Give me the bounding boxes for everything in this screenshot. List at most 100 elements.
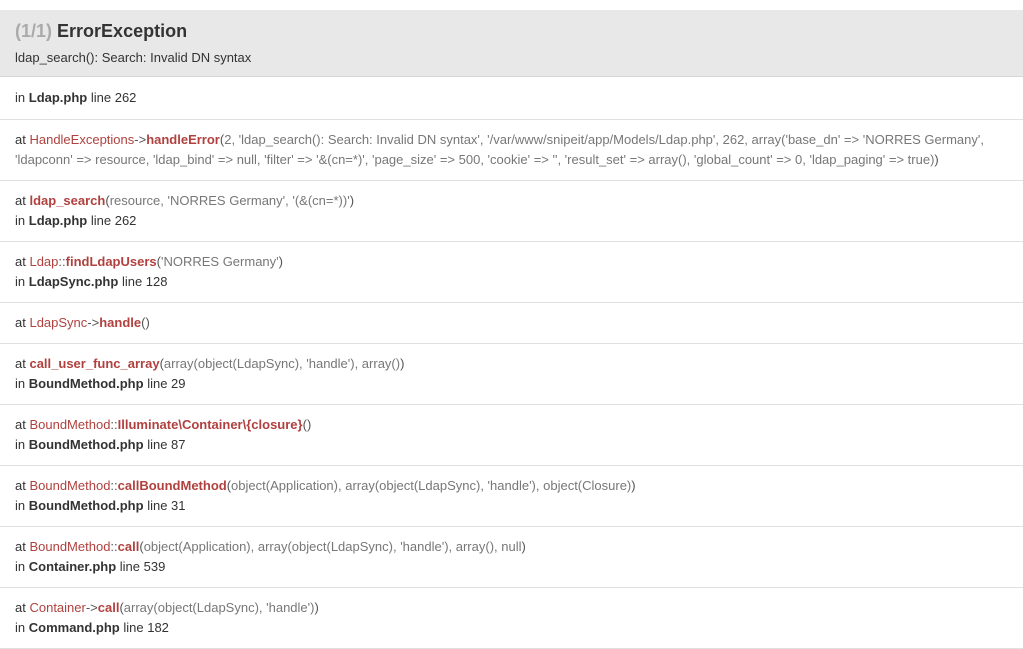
in-label: in — [15, 90, 26, 105]
close-paren: ) — [349, 193, 355, 208]
file-name[interactable]: Ldap.php — [29, 90, 88, 105]
trace-frame: at Container->call(array(object(LdapSync… — [0, 588, 1023, 649]
in-label: in — [15, 213, 26, 228]
frame-separator: :: — [110, 478, 118, 493]
trace-frame: at BoundMethod::callBoundMethod(object(A… — [0, 466, 1023, 527]
frame-args: 'NORRES Germany' — [160, 254, 279, 269]
in-label: in — [15, 498, 26, 513]
exception-class: ErrorException — [57, 21, 188, 41]
line-number: line 262 — [90, 213, 137, 228]
frame-args: array(object(LdapSync), 'handle') — [123, 600, 315, 615]
frame-separator: :: — [110, 539, 118, 554]
frame-class[interactable]: Container — [29, 600, 85, 615]
in-label: in — [15, 437, 26, 452]
file-name[interactable]: Ldap.php — [29, 213, 88, 228]
top-spacer — [0, 0, 1023, 10]
close-paren: ) — [934, 152, 939, 167]
frame-function[interactable]: callBoundMethod — [118, 478, 227, 493]
file-name[interactable]: BoundMethod.php — [29, 376, 144, 391]
frame-args: resource, 'NORRES Germany', '(&(cn=*))' — [109, 193, 350, 208]
trace-frame: at BoundMethod::call(object(Application)… — [0, 527, 1023, 588]
at-label: at — [15, 539, 26, 554]
file-name[interactable]: LdapSync.php — [29, 274, 119, 289]
frame-call: at Container->call(array(object(LdapSync… — [15, 598, 1008, 618]
frame-function[interactable]: call_user_func_array — [29, 356, 159, 371]
at-label: at — [15, 417, 26, 432]
frame-location: in LdapSync.php line 128 — [15, 272, 1008, 292]
line-number: line 87 — [147, 437, 186, 452]
trace-frame: at HandleExceptions->handleError(2, 'lda… — [0, 120, 1023, 181]
trace-location: in Ldap.php line 262 — [0, 77, 1023, 120]
line-number: line 182 — [123, 620, 169, 635]
trace-frame: at Ldap::findLdapUsers('NORRES Germany')… — [0, 242, 1023, 303]
frame-location: in Command.php line 182 — [15, 618, 1008, 638]
frame-function[interactable]: Illuminate\Container\{closure} — [118, 417, 303, 432]
frame-function[interactable]: handle — [99, 315, 141, 330]
file-name[interactable]: BoundMethod.php — [29, 498, 144, 513]
frame-function[interactable]: ldap_search — [29, 193, 105, 208]
in-label: in — [15, 620, 26, 635]
frame-call: at BoundMethod::Illuminate\Container\{cl… — [15, 415, 1008, 435]
at-label: at — [15, 315, 26, 330]
close-paren: ) — [145, 315, 150, 330]
in-label: in — [15, 274, 26, 289]
close-paren: ) — [400, 356, 405, 371]
frame-location: in BoundMethod.php line 29 — [15, 374, 1008, 394]
frame-function[interactable]: call — [98, 600, 120, 615]
frame-function[interactable]: call — [118, 539, 140, 554]
frame-args: object(Application), array(object(LdapSy… — [231, 478, 632, 493]
frame-call: at call_user_func_array(array(object(Lda… — [15, 354, 1008, 374]
frame-args: object(Application), array(object(LdapSy… — [143, 539, 522, 554]
exception-header: (1/1) ErrorException ldap_search(): Sear… — [0, 10, 1023, 77]
close-paren: ) — [631, 478, 636, 493]
line-number: line 539 — [119, 559, 166, 574]
in-label: in — [15, 559, 26, 574]
close-paren: ) — [521, 539, 526, 554]
frame-location: in Ldap.php line 262 — [15, 211, 1008, 231]
frame-location: in BoundMethod.php line 87 — [15, 435, 1008, 455]
frame-location: in BoundMethod.php line 31 — [15, 496, 1008, 516]
frame-call: at BoundMethod::call(object(Application)… — [15, 537, 1008, 557]
frame-call: at Ldap::findLdapUsers('NORRES Germany') — [15, 252, 1008, 272]
frame-function[interactable]: handleError — [146, 132, 220, 147]
frame-call: at ldap_search(resource, 'NORRES Germany… — [15, 191, 1008, 211]
at-label: at — [15, 132, 26, 147]
frame-class[interactable]: Ldap — [29, 254, 58, 269]
exception-counter: (1/1) — [15, 21, 53, 41]
frame-separator: :: — [110, 417, 118, 432]
frame-separator: -> — [134, 132, 147, 147]
at-label: at — [15, 600, 26, 615]
frame-function[interactable]: findLdapUsers — [66, 254, 157, 269]
at-label: at — [15, 478, 26, 493]
frame-separator: -> — [87, 315, 100, 330]
exception-message: ldap_search(): Search: Invalid DN syntax — [15, 50, 252, 65]
trace-frame: at call_user_func_array(array(object(Lda… — [0, 344, 1023, 405]
frame-call: at BoundMethod::callBoundMethod(object(A… — [15, 476, 1008, 496]
frame-class[interactable]: LdapSync — [29, 315, 87, 330]
close-paren: ) — [278, 254, 283, 269]
trace-frame: at LdapSync->handle() — [0, 303, 1023, 344]
close-paren: ) — [306, 417, 312, 432]
frame-args: array(object(LdapSync), 'handle'), array… — [163, 356, 401, 371]
line-number: line 31 — [147, 498, 186, 513]
exception-title: (1/1) ErrorException — [15, 20, 1008, 42]
at-label: at — [15, 356, 26, 371]
trace-frame: at ldap_search(resource, 'NORRES Germany… — [0, 181, 1023, 242]
frame-separator: :: — [58, 254, 66, 269]
line-number: line 262 — [90, 90, 137, 105]
frame-separator: -> — [85, 600, 98, 615]
frame-class[interactable]: BoundMethod — [29, 478, 110, 493]
frame-location: in Container.php line 539 — [15, 557, 1008, 577]
at-label: at — [15, 254, 26, 269]
trace-frame: at BoundMethod::Illuminate\Container\{cl… — [0, 405, 1023, 466]
close-paren: ) — [314, 600, 319, 615]
stack-trace: in Ldap.php line 262 at HandleExceptions… — [0, 77, 1023, 649]
frame-class[interactable]: BoundMethod — [29, 539, 110, 554]
frame-class[interactable]: HandleExceptions — [29, 132, 134, 147]
line-number: line 29 — [147, 376, 186, 391]
file-name[interactable]: Command.php — [29, 620, 120, 635]
in-label: in — [15, 376, 26, 391]
file-name[interactable]: Container.php — [29, 559, 116, 574]
file-name[interactable]: BoundMethod.php — [29, 437, 144, 452]
frame-class[interactable]: BoundMethod — [29, 417, 110, 432]
